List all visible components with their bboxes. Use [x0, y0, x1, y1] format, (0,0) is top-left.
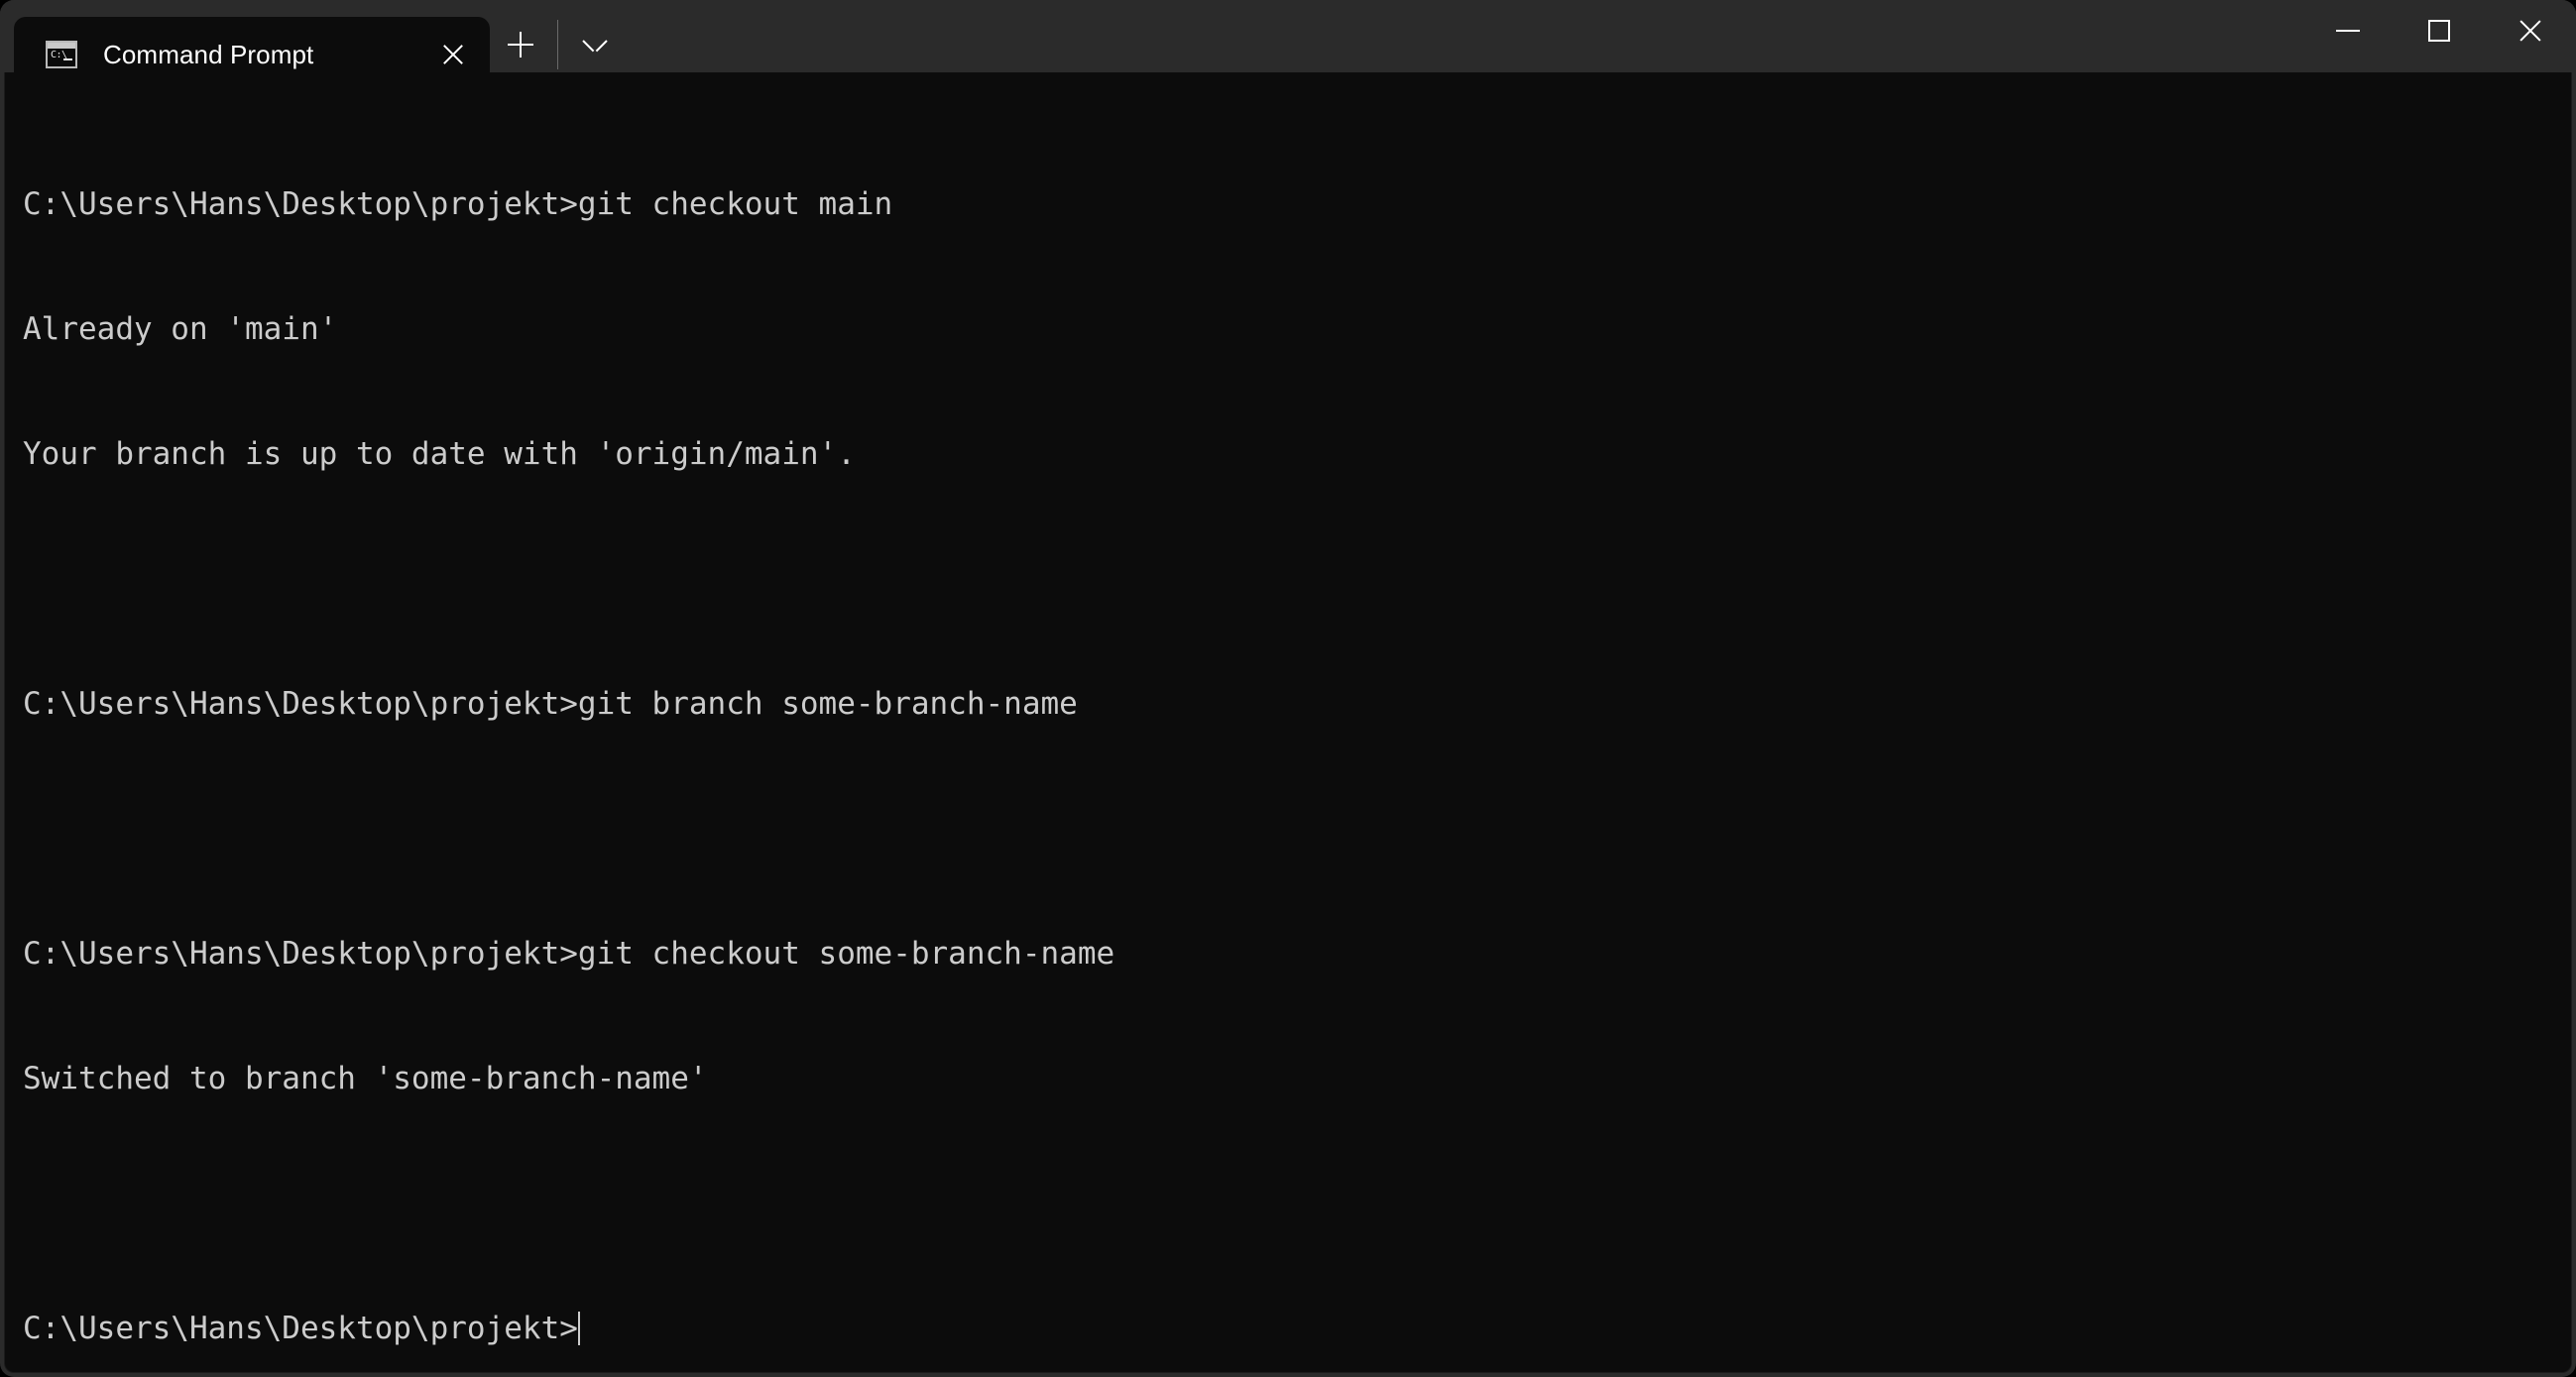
terminal-line: C:\Users\Hans\Desktop\projekt>git checko… — [23, 936, 1115, 972]
chevron-down-icon — [583, 38, 607, 52]
tab-dropdown-button[interactable] — [564, 14, 626, 75]
terminal-window: C:\ Command Prompt C:\Users\Hans\Desktop… — [0, 0, 2576, 1377]
new-tab-button[interactable] — [490, 14, 551, 75]
window-close-icon — [2517, 17, 2544, 45]
terminal-line: C:\Users\Hans\Desktop\projekt>git checko… — [23, 186, 893, 222]
plus-icon — [508, 31, 533, 57]
maximize-icon — [2428, 20, 2450, 42]
text-cursor — [577, 1312, 580, 1345]
close-icon — [440, 42, 466, 67]
terminal-line: C:\Users\Hans\Desktop\projekt>git branch… — [23, 686, 1078, 722]
terminal-line: Switched to branch 'some-branch-name' — [23, 1061, 708, 1096]
terminal-screen[interactable]: C:\Users\Hans\Desktop\projekt>git checko… — [5, 72, 2571, 1372]
minimize-icon — [2336, 30, 2360, 32]
minimize-button[interactable] — [2302, 0, 2394, 61]
terminal-line: Your branch is up to date with 'origin/m… — [23, 436, 856, 472]
tab-label: Command Prompt — [103, 39, 314, 69]
terminal-line: Already on 'main' — [23, 311, 338, 347]
console-icon: C:\ — [46, 41, 77, 68]
terminal-prompt-line: C:\Users\Hans\Desktop\projekt> — [23, 1308, 2571, 1349]
window-close-button[interactable] — [2485, 0, 2576, 61]
tab-actions-divider — [557, 19, 558, 69]
terminal-body[interactable]: C:\Users\Hans\Desktop\projekt>git checko… — [4, 72, 2572, 1373]
terminal-prompt: C:\Users\Hans\Desktop\projekt> — [23, 1311, 578, 1346]
maximize-button[interactable] — [2394, 0, 2485, 61]
